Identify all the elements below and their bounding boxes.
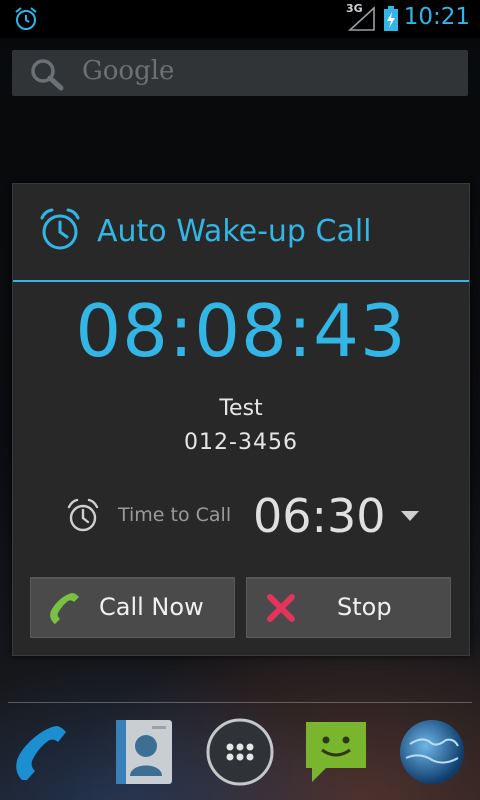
stop-button[interactable]: Stop — [246, 577, 451, 638]
alarm-clock-small-icon — [67, 498, 99, 532]
browser-globe-icon[interactable] — [396, 716, 468, 788]
signal-icon — [347, 6, 375, 31]
status-bar: 3G 10:21 — [0, 0, 480, 38]
dialog-header: Auto Wake-up Call — [13, 184, 469, 282]
contacts-icon[interactable] — [108, 716, 180, 788]
messaging-icon[interactable] — [300, 716, 372, 788]
contact-number: 012-3456 — [184, 430, 298, 455]
dialog-title: Auto Wake-up Call — [97, 214, 372, 249]
phone-call-icon — [50, 593, 79, 624]
phone-icon[interactable] — [8, 716, 80, 788]
search-placeholder: Google — [82, 56, 175, 86]
alarm-clock-icon — [40, 208, 80, 250]
time-to-call-label: Time to Call — [118, 504, 232, 526]
stop-label: Stop — [337, 593, 392, 621]
contact-name: Test — [219, 396, 263, 421]
wake-up-call-dialog: Auto Wake-up Call 08:08:43 Test 012-3456… — [12, 183, 470, 656]
status-time: 10:21 — [403, 4, 470, 30]
countdown-timer: 08:08:43 — [75, 289, 407, 373]
app-drawer-icon[interactable] — [204, 716, 276, 788]
search-icon — [31, 59, 64, 91]
google-search-bar[interactable]: Google — [12, 50, 468, 96]
stop-x-icon — [267, 594, 295, 622]
time-to-call-value[interactable]: 06:30 — [253, 489, 386, 543]
dock-divider — [8, 702, 472, 703]
call-now-button[interactable]: Call Now — [30, 577, 235, 638]
call-now-label: Call Now — [99, 593, 204, 621]
dropdown-arrow-icon[interactable] — [401, 511, 419, 521]
alarm-icon — [15, 7, 37, 30]
battery-charging-icon — [384, 6, 398, 31]
